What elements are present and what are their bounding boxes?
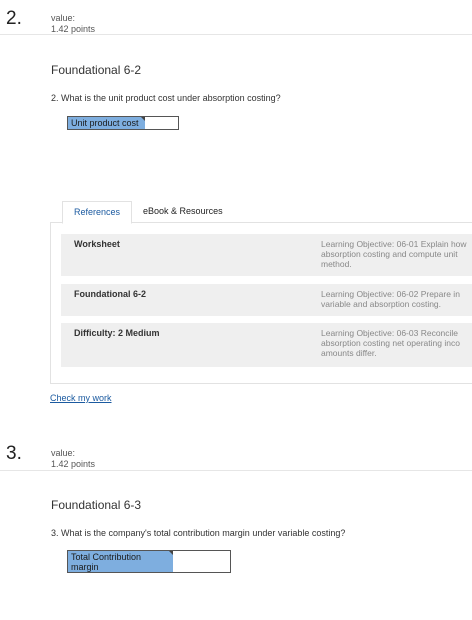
desc-line: Learning Objective: 06-01 Explain how <box>321 239 467 249</box>
reference-row: Difficulty: 2 Medium Learning Objective:… <box>61 323 472 367</box>
total-contribution-margin-input[interactable] <box>172 551 230 572</box>
reference-row: Foundational 6-2 Learning Objective: 06-… <box>61 284 472 316</box>
question-title: Foundational 6-3 <box>51 498 142 512</box>
desc-line: variable and absorption costing. <box>321 299 442 309</box>
unit-product-cost-input[interactable] <box>144 117 178 129</box>
question-title: Foundational 6-2 <box>51 63 142 77</box>
reference-title: Difficulty: 2 Medium <box>74 328 160 338</box>
reference-title: Foundational 6-2 <box>74 289 146 299</box>
desc-line: Learning Objective: 06-03 Reconcile <box>321 328 459 338</box>
desc-line: amounts differ. <box>321 348 377 358</box>
reference-row: Worksheet Learning Objective: 06-01 Expl… <box>61 234 472 276</box>
question-number: 3. <box>6 443 22 464</box>
reference-tabs: References eBook & Resources <box>62 201 234 224</box>
answer-label: Unit product cost <box>68 117 145 129</box>
answer-field-group: Total Contribution margin <box>67 550 231 573</box>
question-text: 2. What is the unit product cost under a… <box>51 93 281 103</box>
desc-line: Learning Objective: 06-02 Prepare in <box>321 289 460 299</box>
question-number: 2. <box>6 8 22 29</box>
answer-field-group: Unit product cost <box>67 116 179 130</box>
desc-line: method. <box>321 259 352 269</box>
question-text: 3. What is the company's total contribut… <box>51 528 346 538</box>
reference-description: Learning Objective: 06-03 Reconcile abso… <box>321 328 472 358</box>
points-label: 1.42 points <box>51 459 96 469</box>
desc-line: absorption costing and compute unit <box>321 249 458 259</box>
divider <box>0 470 472 471</box>
reference-description: Learning Objective: 06-01 Explain how ab… <box>321 239 472 269</box>
tab-ebook-resources[interactable]: eBook & Resources <box>132 201 234 223</box>
desc-line: absorption costing net operating inco <box>321 338 460 348</box>
flag-icon <box>169 551 173 555</box>
answer-label-text: Unit product cost <box>71 118 139 128</box>
answer-label-text: Total Contribution margin <box>71 552 142 572</box>
reference-description: Learning Objective: 06-02 Prepare in var… <box>321 289 472 309</box>
tab-references[interactable]: References <box>62 201 133 224</box>
answer-label: Total Contribution margin <box>68 551 173 572</box>
value-label: value: <box>51 448 76 458</box>
flag-icon <box>141 117 145 121</box>
value-label: value: <box>51 13 76 23</box>
divider <box>0 34 472 35</box>
check-my-work-link[interactable]: Check my work <box>50 393 112 403</box>
reference-title: Worksheet <box>74 239 120 249</box>
